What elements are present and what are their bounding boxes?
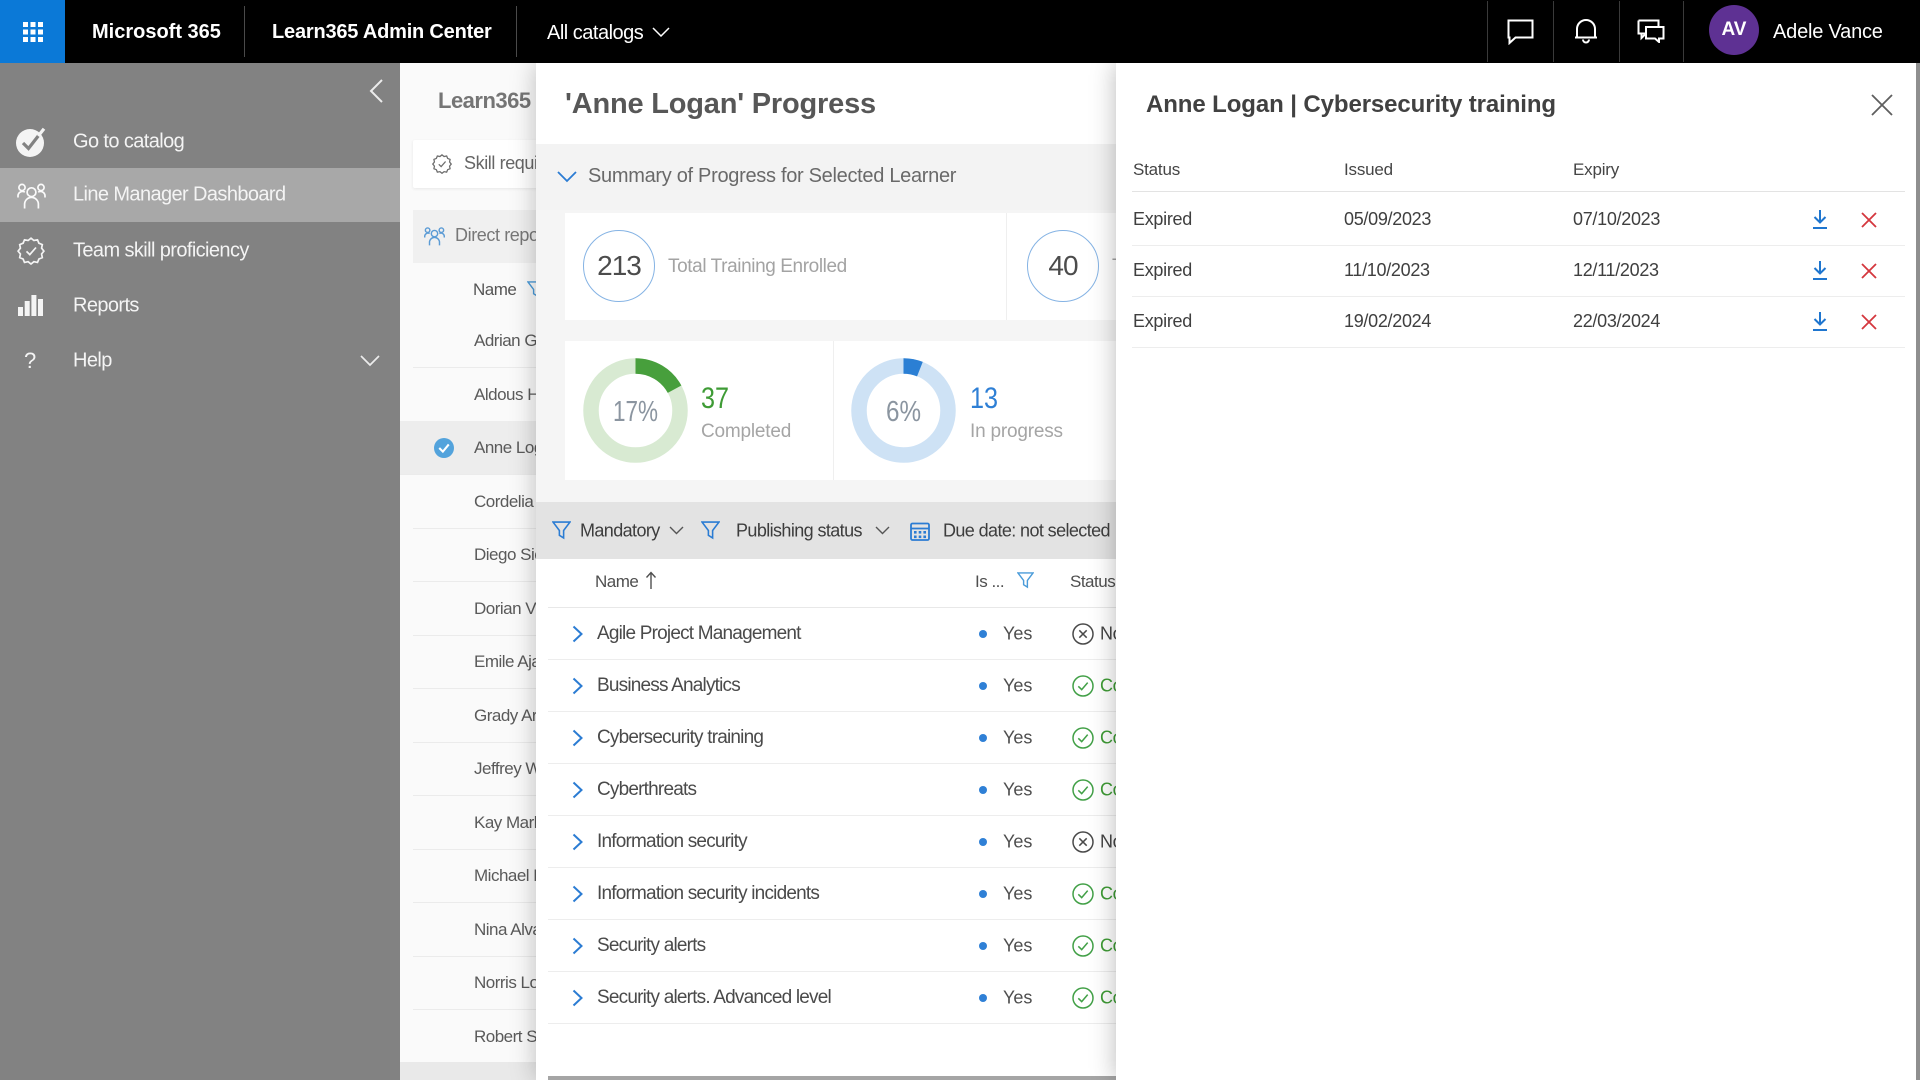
svg-text:17%: 17% — [613, 396, 658, 428]
svg-text:6%: 6% — [886, 396, 921, 428]
